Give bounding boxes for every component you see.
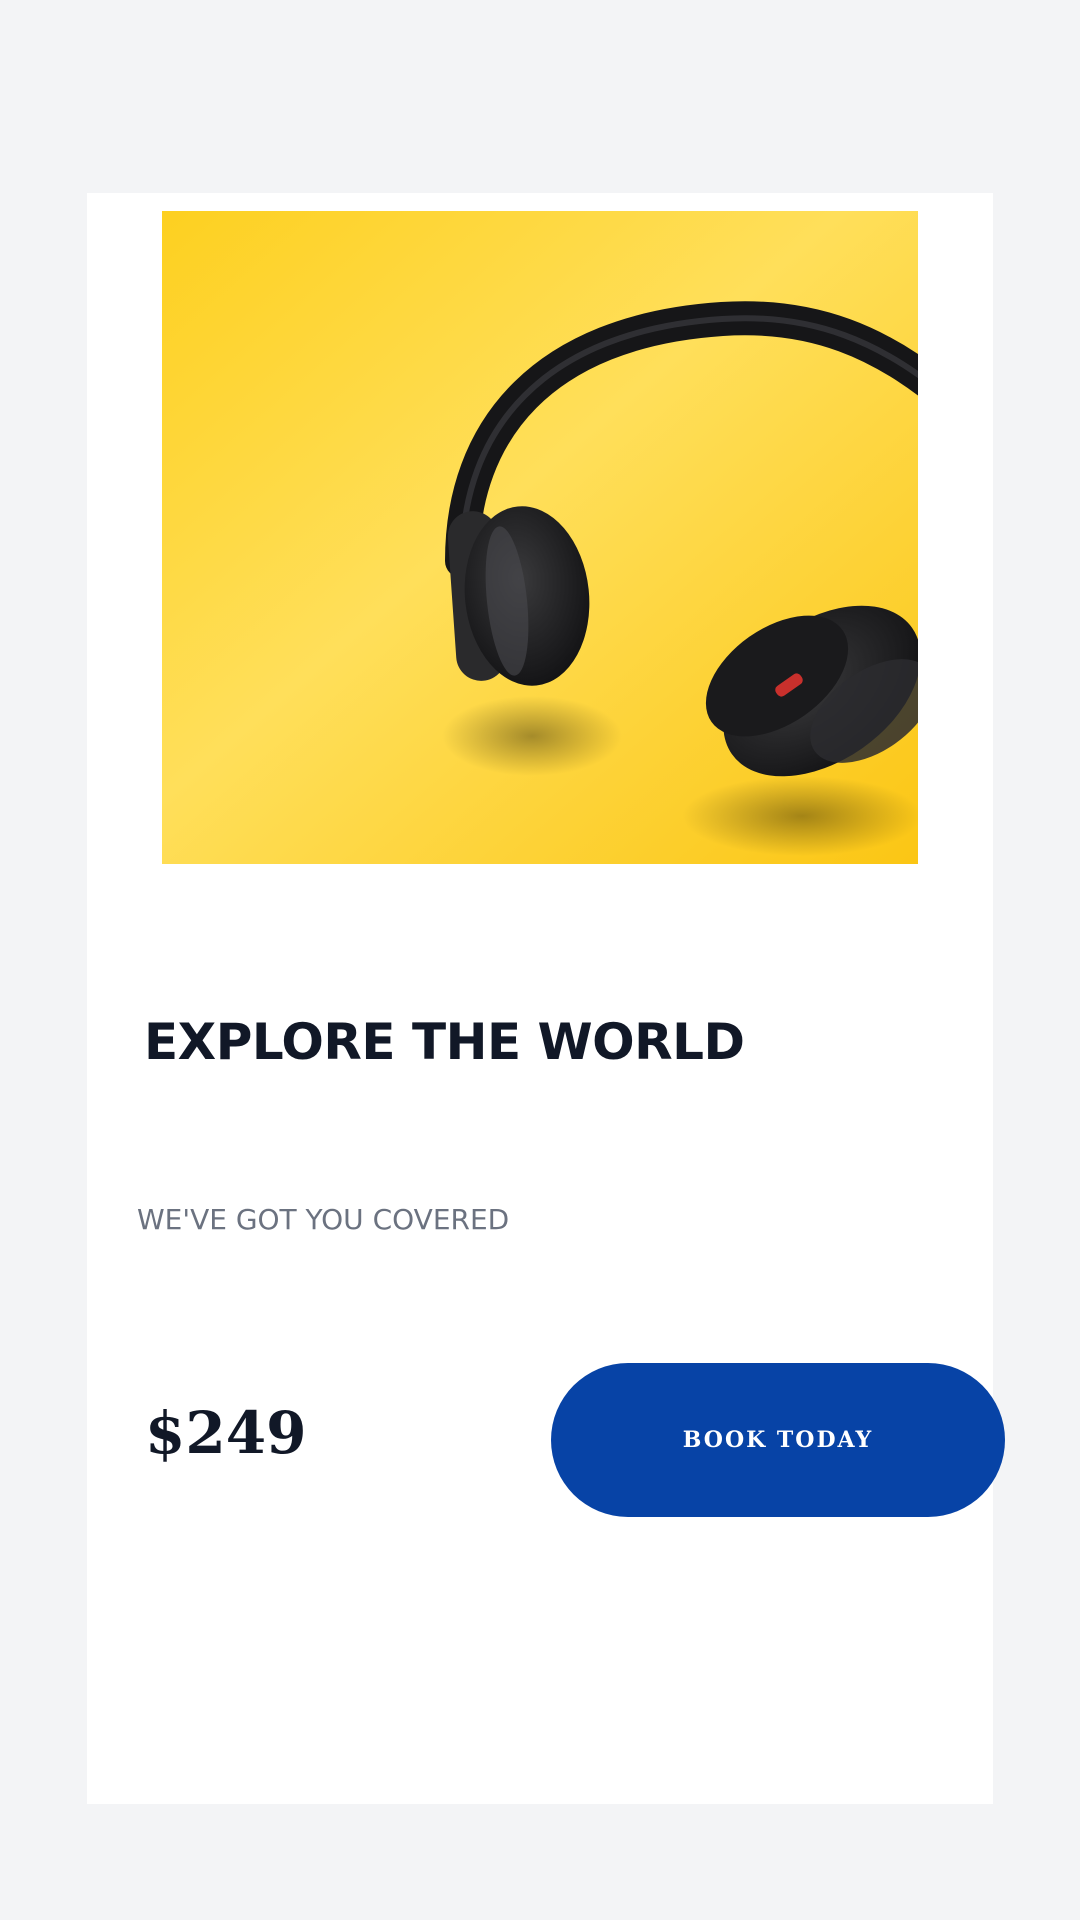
- card-title: EXPLORE THE WORLD: [144, 1013, 745, 1071]
- card-subtitle: WE'VE GOT YOU COVERED: [137, 1203, 510, 1236]
- headphones-image: [162, 211, 918, 864]
- product-card: EXPLORE THE WORLD WE'VE GOT YOU COVERED …: [87, 193, 1005, 1804]
- book-today-button[interactable]: BOOK TODAY: [551, 1363, 1005, 1517]
- price-label: $249: [145, 1399, 307, 1467]
